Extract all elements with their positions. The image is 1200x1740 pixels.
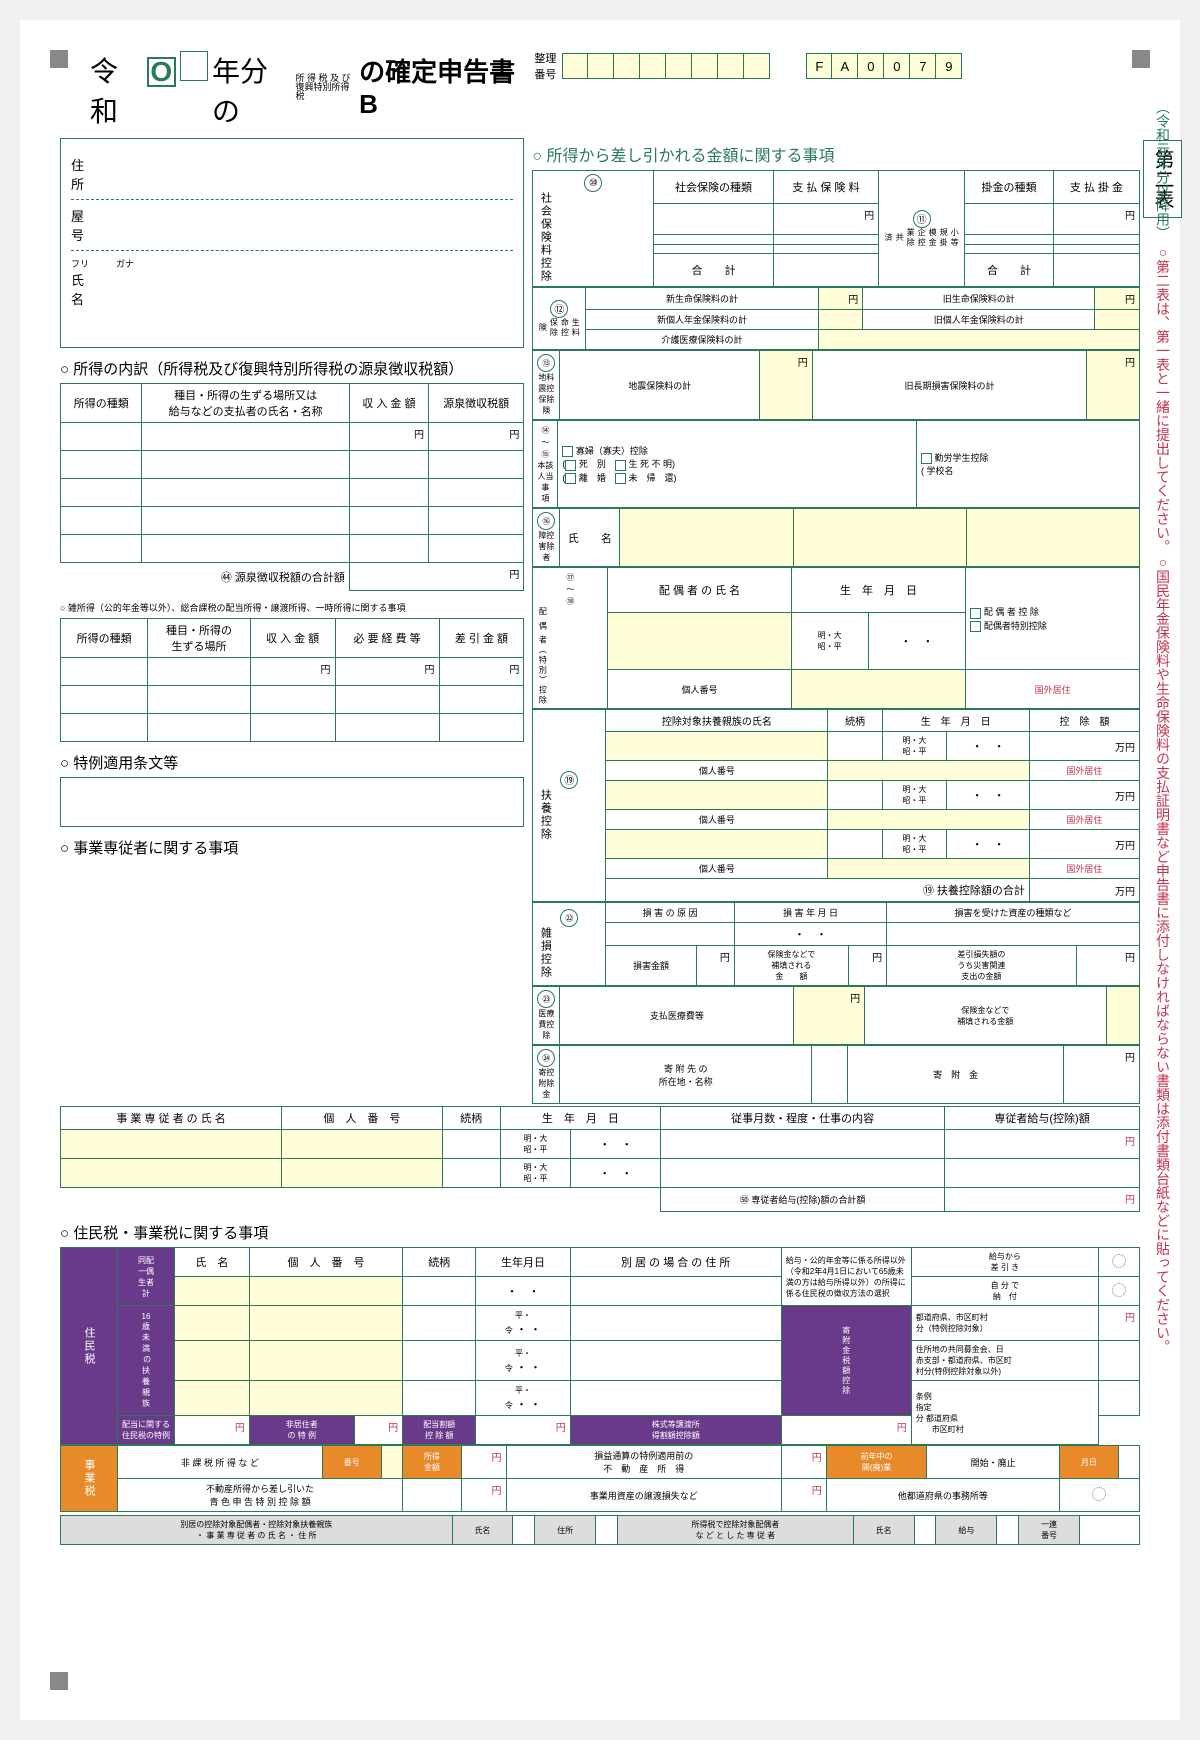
business-tax-table[interactable]: 事業税 非 課 税 所 得 な ど番号 所得 金額円 損益通算の特例適用前の 不… (60, 1445, 1140, 1512)
year-box[interactable] (180, 51, 208, 81)
sec4-heading: ○ 事業専従者に関する事項 (60, 837, 524, 858)
income-breakdown-table[interactable]: 所得の種類種目・所得の生ずる場所又は 給与などの支払者の氏名・名称収 入 金 額… (60, 383, 524, 591)
r22-table[interactable]: ㉒雑損控除 損 害 の 原 因損 害 年 月 日損害を受けた資産の種類など ・ … (532, 902, 1140, 986)
address-block[interactable]: 住 所 屋 号 フリ ガナ氏 名 (60, 138, 524, 348)
deductions-heading: ○ 所得から差し引かれる金額に関する事項 (532, 142, 1140, 166)
sec3-heading: ○ 特例適用条文等 (60, 752, 524, 773)
r23-table[interactable]: ㉓医療 費控 除 支払医療費等円保険金などで 補填される金額 (532, 986, 1140, 1045)
form-title: 令和 O 年分の 所 得 税 及 び復興特別所得税 の確定申告書B (90, 50, 524, 130)
sec2-heading: ○ 雑所得（公的年金等以外）、総合課税の配当所得・譲渡所得、一時所得に関する事項 (60, 601, 524, 614)
misc-income-table[interactable]: 所得の種類種目・所得の 生ずる場所収 入 金 額必 要 経 費 等差 引 金 額… (60, 618, 524, 742)
r16-table[interactable]: ⑯障控 害除 者 氏 名 (532, 508, 1140, 567)
r14-table[interactable]: ⑭ 〜 ⑮本該 人当 事 項 寡婦（寡夫）控除 ( 死 別 生 死 不 明) (… (532, 420, 1140, 508)
seiri-label: 整理 番号 (534, 50, 556, 82)
residence-tax-table[interactable]: 住民税 同配 一偶 生者 計 氏 名個 人 番 号続柄生年月日別 居 の 場 合… (60, 1247, 1140, 1445)
family-employee-table[interactable]: 事 業 専 従 者 の 氏 名個 人 番 号続柄生 年 月 日従事月数・程度・仕… (60, 1106, 1140, 1212)
form-id-boxes: FA0079 (806, 53, 962, 79)
era-mark: O (147, 57, 176, 87)
r10-11-table[interactable]: ⑩社会保険料控除 社会保険の種類支 払 保 険 料 ⑪小等 規掛 模金 企控 業… (532, 170, 1140, 287)
r12-table[interactable]: ⑫生料 命控 保除 険 新生命保険料の計円旧生命保険料の計円 新個人年金保険料の… (532, 287, 1140, 350)
sec1-heading: ○ 所得の内訳（所得税及び復興特別所得税の源泉徴収税額） (60, 358, 524, 379)
r13-table[interactable]: ⑬地料 震控 保除 険 地震保険料の計円旧長期損害保険料の計円 (532, 350, 1140, 420)
r24-table[interactable]: ㉔寄控 附除 金 寄 附 先 の 所在地・名称寄 附 金円 (532, 1045, 1140, 1104)
r19-table[interactable]: ⑲扶養控除 控除対象扶養親族の氏名続柄生 年 月 日控 除 額 明・大 昭・平・… (532, 709, 1140, 902)
side-note: （令和元年分以降用） ○第二表は、第一表と一緒に提出してください。○国民年金保険… (1152, 100, 1172, 1650)
bottom-row-table[interactable]: 別居の控除対象配偶者・控除対象扶養親族 ・ 事 業 専 従 者 の 氏 名 ・ … (60, 1515, 1140, 1545)
sec5-heading: ○ 住民税・事業税に関する事項 (60, 1222, 1140, 1243)
r17-table[interactable]: ⑰ 〜 ⑱配 偶 者（特別）控除 配 偶 者 の 氏 名生 年 月 日 配 偶 … (532, 567, 1140, 709)
seiri-boxes[interactable] (562, 53, 770, 79)
special-provisions[interactable] (60, 777, 524, 827)
